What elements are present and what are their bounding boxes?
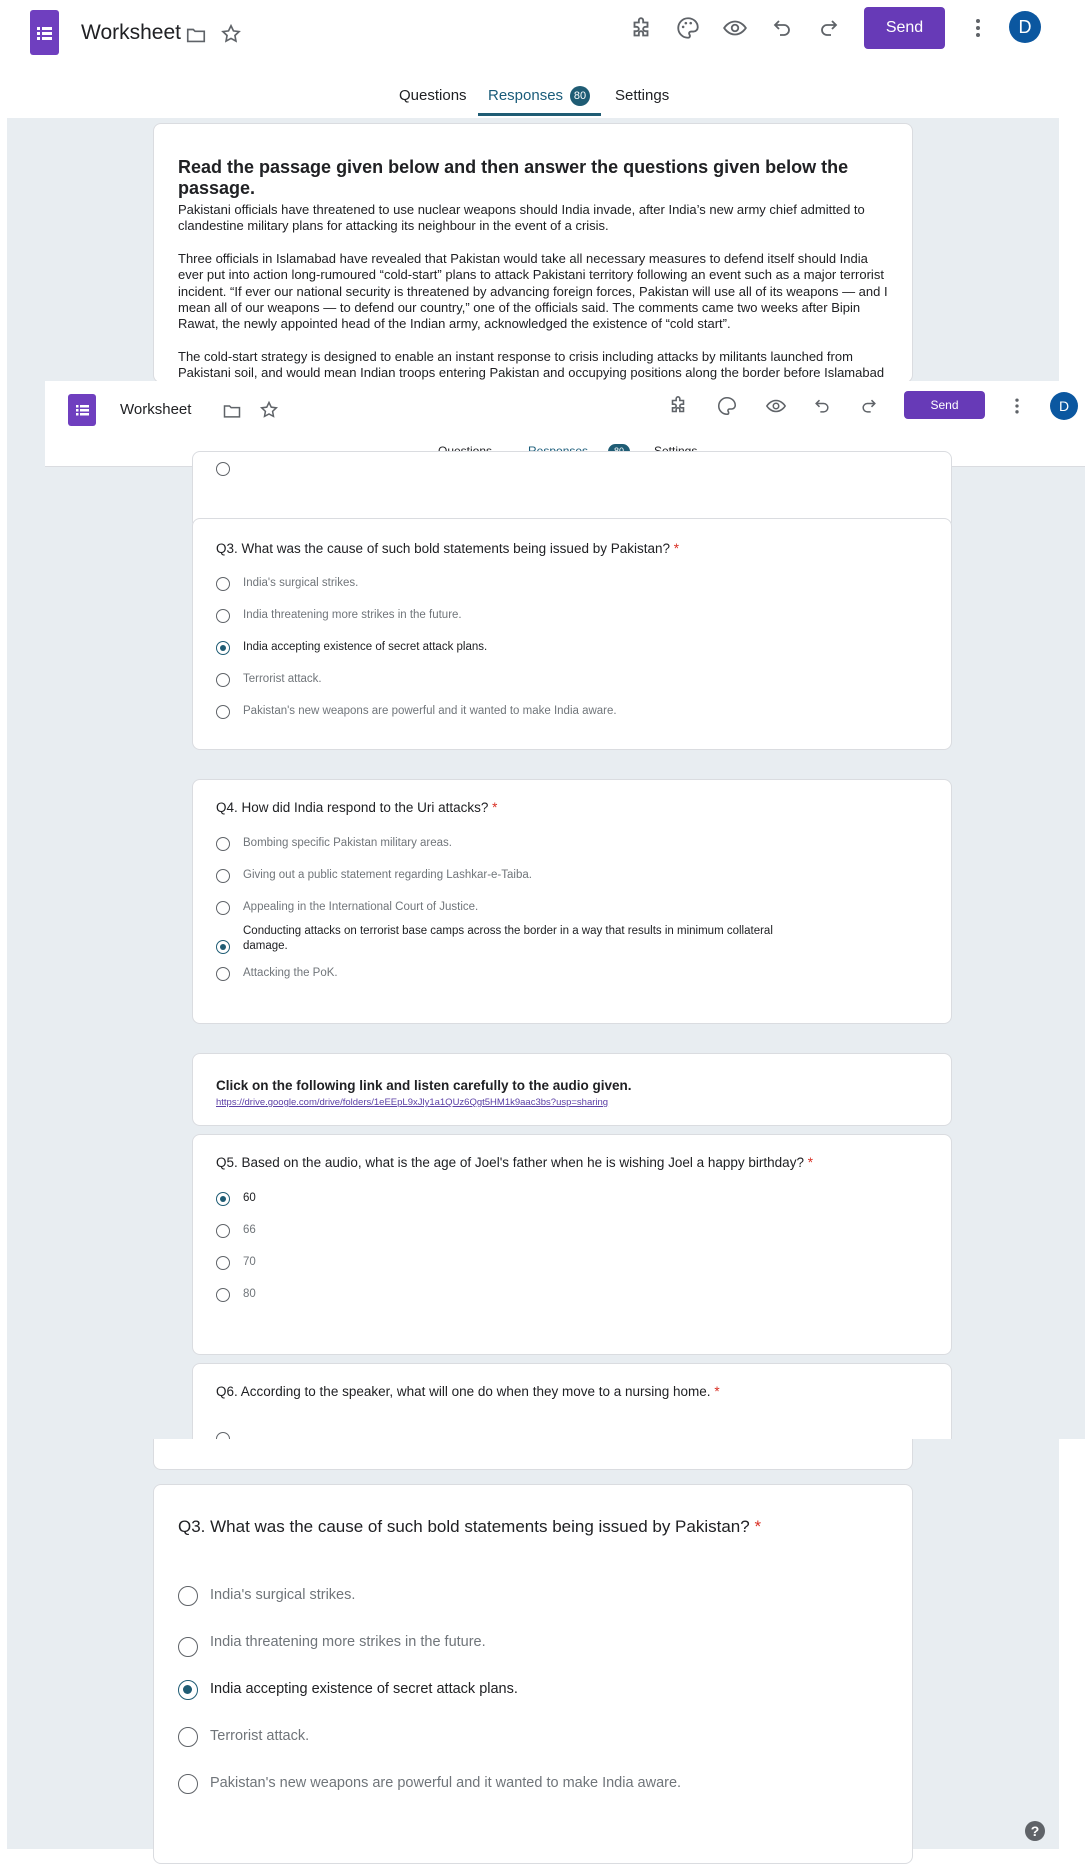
passage-paragraph-2: Three officials in Islamabad have reveal… xyxy=(178,250,888,332)
option-label-continued[interactable]: damage. xyxy=(243,940,288,952)
radio-option[interactable] xyxy=(216,1256,230,1270)
redo-icon[interactable] xyxy=(859,396,879,416)
audio-instruction: Click on the following link and listen c… xyxy=(216,1078,632,1093)
radio-option[interactable] xyxy=(216,705,230,719)
avatar[interactable]: D xyxy=(1050,392,1078,420)
tab-questions[interactable]: Questions xyxy=(399,87,467,104)
radio-option[interactable] xyxy=(216,673,230,687)
app-header: Worksheet Send D Questions Responses 80 … xyxy=(0,0,1085,117)
passage-paragraph-3: The cold-start strategy is designed to e… xyxy=(178,348,885,381)
preview-eye-icon[interactable] xyxy=(765,395,787,417)
palette-icon[interactable] xyxy=(716,395,738,417)
radio-option[interactable] xyxy=(216,901,230,915)
option-label[interactable]: India threatening more strikes in the fu… xyxy=(243,609,462,621)
question-card-q6: Q6. According to the speaker, what will … xyxy=(192,1363,952,1439)
option-label[interactable]: Appealing in the International Court of … xyxy=(243,901,478,913)
addon-puzzle-icon[interactable] xyxy=(628,16,654,42)
audio-link-card: Click on the following link and listen c… xyxy=(192,1053,952,1126)
palette-icon[interactable] xyxy=(675,15,701,41)
help-icon[interactable]: ? xyxy=(1025,1821,1045,1841)
radio-option[interactable] xyxy=(216,462,230,476)
forms-list-icon[interactable] xyxy=(30,10,59,55)
option-label[interactable]: India threatening more strikes in the fu… xyxy=(210,1634,486,1650)
question-card-q3-large: Q3. What was the cause of such bold stat… xyxy=(153,1484,913,1864)
more-vert-icon[interactable] xyxy=(1007,396,1027,416)
option-label[interactable]: India accepting existence of secret atta… xyxy=(243,641,487,653)
redo-icon[interactable] xyxy=(817,16,841,40)
option-label[interactable]: Bombing specific Pakistan military areas… xyxy=(243,837,452,849)
folder-icon[interactable] xyxy=(222,401,242,421)
question-card-q5: Q5. Based on the audio, what is the age … xyxy=(192,1134,952,1355)
option-label[interactable]: India's surgical strikes. xyxy=(210,1587,355,1603)
star-icon[interactable] xyxy=(220,23,242,45)
question-card-q3: Q3. What was the cause of such bold stat… xyxy=(192,518,952,750)
star-icon[interactable] xyxy=(259,400,279,420)
more-vert-icon[interactable] xyxy=(966,16,990,40)
question-title: Q6. According to the speaker, what will … xyxy=(216,1384,720,1399)
radio-option-selected[interactable] xyxy=(216,940,230,954)
option-label[interactable]: Giving out a public statement regarding … xyxy=(243,869,532,881)
option-label[interactable]: 70 xyxy=(243,1256,256,1268)
passage-card: Read the passage given below and then an… xyxy=(153,123,913,383)
option-label[interactable]: 66 xyxy=(243,1224,256,1236)
radio-option-selected[interactable] xyxy=(216,641,230,655)
radio-option[interactable] xyxy=(178,1586,198,1606)
radio-option[interactable] xyxy=(216,837,230,851)
radio-option[interactable] xyxy=(216,1224,230,1238)
radio-option[interactable] xyxy=(178,1637,198,1657)
radio-option[interactable] xyxy=(216,609,230,623)
send-button[interactable]: Send xyxy=(864,7,945,49)
audio-link[interactable]: https://drive.google.com/drive/folders/1… xyxy=(216,1097,608,1108)
option-label[interactable]: 80 xyxy=(243,1288,256,1300)
tab-settings[interactable]: Settings xyxy=(615,87,669,104)
forms-list-icon[interactable] xyxy=(68,394,96,426)
question-title: Q4. How did India respond to the Uri att… xyxy=(216,800,498,815)
passage-heading: Read the passage given below and then an… xyxy=(178,157,849,198)
scrolled-view: Worksheet Send D Questions Responses 80 … xyxy=(45,381,1085,1439)
undo-icon[interactable] xyxy=(770,16,794,40)
option-label[interactable]: 60 xyxy=(243,1192,256,1204)
option-label[interactable]: Conducting attacks on terrorist base cam… xyxy=(243,925,773,937)
option-label[interactable]: India's surgical strikes. xyxy=(243,577,358,589)
active-tab-indicator xyxy=(478,113,601,116)
radio-option[interactable] xyxy=(216,967,230,981)
option-label[interactable]: India accepting existence of secret atta… xyxy=(210,1681,518,1697)
undo-icon[interactable] xyxy=(812,396,832,416)
passage-paragraph-1: Pakistani officials have threatened to u… xyxy=(178,202,865,234)
option-label[interactable]: Terrorist attack. xyxy=(210,1728,309,1744)
responses-count-badge: 80 xyxy=(570,86,590,106)
send-button[interactable]: Send xyxy=(904,391,985,419)
form-title[interactable]: Worksheet xyxy=(120,401,191,418)
radio-option[interactable] xyxy=(216,1288,230,1302)
preview-eye-icon[interactable] xyxy=(722,15,748,41)
radio-option[interactable] xyxy=(216,577,230,591)
option-label[interactable]: Pakistan's new weapons are powerful and … xyxy=(243,705,617,717)
tab-responses[interactable]: Responses xyxy=(488,87,563,104)
radio-option[interactable] xyxy=(216,1432,230,1439)
option-label[interactable]: Attacking the PoK. xyxy=(243,967,338,979)
question-card-q4: Q4. How did India respond to the Uri att… xyxy=(192,779,952,1024)
radio-option[interactable] xyxy=(178,1774,198,1794)
radio-option-selected[interactable] xyxy=(216,1192,230,1206)
radio-option[interactable] xyxy=(178,1727,198,1747)
addon-puzzle-icon[interactable] xyxy=(667,395,689,417)
avatar[interactable]: D xyxy=(1009,11,1041,43)
option-label[interactable]: Terrorist attack. xyxy=(243,673,322,685)
question-title: Q3. What was the cause of such bold stat… xyxy=(216,541,680,556)
option-label[interactable]: Pakistan's new weapons are powerful and … xyxy=(210,1775,681,1791)
radio-option[interactable] xyxy=(216,869,230,883)
question-title: Q5. Based on the audio, what is the age … xyxy=(216,1155,813,1170)
radio-option-selected[interactable] xyxy=(178,1680,198,1700)
form-title[interactable]: Worksheet xyxy=(81,21,181,45)
folder-icon[interactable] xyxy=(185,24,207,46)
question-title: Q3. What was the cause of such bold stat… xyxy=(178,1517,762,1536)
